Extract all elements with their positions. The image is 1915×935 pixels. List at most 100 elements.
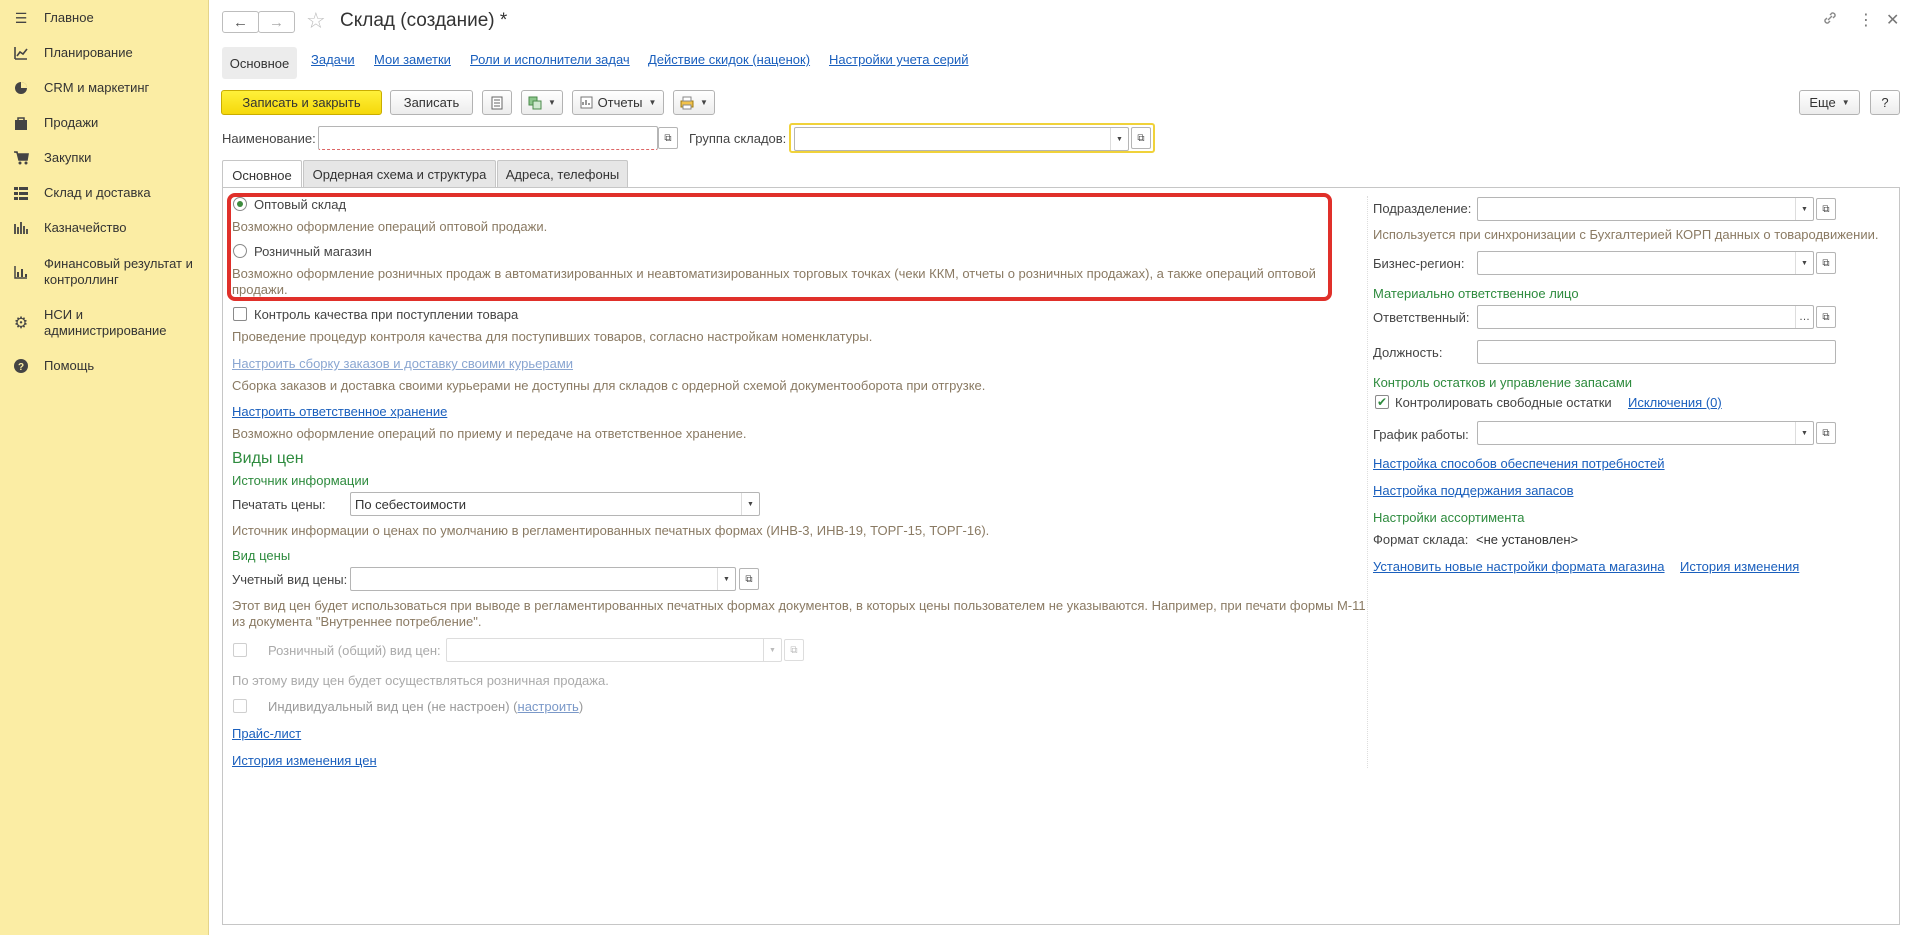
region-input[interactable]: ▼ <box>1477 251 1814 275</box>
store-format-value: <не установлен> <box>1476 532 1579 547</box>
open-group-button[interactable]: ⧉ <box>1131 127 1151 149</box>
sidebar-item-label: Казначейство <box>44 220 127 235</box>
print-prices-select[interactable]: По себестоимости ▼ <box>350 492 760 516</box>
subtab-main[interactable]: Основное <box>222 160 302 189</box>
chevron-down-icon[interactable]: ▼ <box>1795 422 1813 444</box>
document-button[interactable] <box>482 90 512 115</box>
retail-price-description: По этому виду цен будет осуществляться р… <box>232 673 609 688</box>
open-responsible-button[interactable]: ⧉ <box>1816 306 1836 328</box>
individual-price-configure-link[interactable]: настроить <box>518 699 579 714</box>
sidebar-item-warehouse[interactable]: Склад и доставка <box>0 185 209 203</box>
stock-control-heading: Контроль остатков и управление запасами <box>1373 375 1633 390</box>
sidebar-item-label: CRM и маркетинг <box>44 80 150 95</box>
menu-icon: ☰ <box>14 9 28 26</box>
sidebar-item-sales[interactable]: Продажи <box>0 115 209 133</box>
subtab-order-scheme[interactable]: Ордерная схема и структура <box>303 160 496 188</box>
sidebar-item-planning[interactable]: Планирование <box>0 45 209 63</box>
tab-main[interactable]: Основное <box>222 47 297 79</box>
individual-price-checkbox[interactable] <box>233 699 247 713</box>
chevron-down-icon[interactable]: ▼ <box>1795 252 1813 274</box>
print-prices-label: Печатать цены: <box>232 497 326 512</box>
position-input[interactable] <box>1477 340 1836 364</box>
highlight-box <box>227 193 1332 301</box>
back-button[interactable]: ← <box>222 11 259 33</box>
open-window-icon: ⧉ <box>790 644 798 656</box>
treasury-icon <box>13 220 29 236</box>
quality-control-checkbox[interactable] <box>233 307 247 321</box>
sidebar-item-crm[interactable]: CRM и маркетинг <box>0 80 209 98</box>
open-account-price-button[interactable]: ⧉ <box>739 568 759 590</box>
save-button[interactable]: Записать <box>390 90 473 115</box>
name-input[interactable] <box>318 126 658 150</box>
price-history-link[interactable]: История изменения цен <box>232 753 377 768</box>
favorite-star-icon[interactable]: ☆ <box>306 8 326 34</box>
open-division-button[interactable]: ⧉ <box>1816 198 1836 220</box>
retail-price-input[interactable]: ▼ <box>446 638 782 662</box>
chevron-down-icon: ▼ <box>548 98 556 107</box>
sidebar-item-help[interactable]: ? Помощь <box>0 358 209 376</box>
schedule-input[interactable]: ▼ <box>1477 421 1814 445</box>
chevron-down-icon[interactable]: ▼ <box>763 639 781 661</box>
open-region-button[interactable]: ⧉ <box>1816 252 1836 274</box>
tab-tasks[interactable]: Задачи <box>311 52 355 67</box>
chevron-down-icon[interactable]: ▼ <box>717 568 735 590</box>
tab-roles[interactable]: Роли и исполнители задач <box>470 52 630 67</box>
grid-icon <box>13 185 29 201</box>
sidebar-item-label: Продажи <box>44 115 99 130</box>
save-and-close-button[interactable]: Записать и закрыть <box>221 90 382 115</box>
control-free-stock-label[interactable]: Контролировать свободные остатки <box>1395 395 1612 410</box>
sidebar-item-finance[interactable]: Финансовый результат и контроллинг <box>0 256 209 290</box>
courier-settings-link[interactable]: Настроить сборку заказов и доставку свои… <box>232 356 573 371</box>
control-free-stock-checkbox[interactable]: ✔ <box>1375 395 1389 409</box>
chevron-down-icon[interactable]: ▼ <box>1795 198 1813 220</box>
report-icon <box>580 96 593 109</box>
close-icon[interactable]: ✕ <box>1886 10 1899 30</box>
sidebar-item-treasury[interactable]: Казначейство <box>0 220 209 238</box>
price-type-heading: Вид цены <box>232 548 291 563</box>
open-schedule-button[interactable]: ⧉ <box>1816 422 1836 444</box>
chevron-down-icon[interactable]: ▼ <box>1110 128 1128 150</box>
sidebar-item-label: Помощь <box>44 358 95 373</box>
chevron-down-icon[interactable]: ▼ <box>741 493 759 515</box>
forward-button[interactable]: → <box>258 11 295 33</box>
reports-button[interactable]: Отчеты ▼ <box>572 90 664 115</box>
sidebar-item-main[interactable]: ☰ Главное <box>0 10 209 28</box>
print-prices-value: По себестоимости <box>355 497 466 512</box>
quality-control-label[interactable]: Контроль качества при поступлении товара <box>254 307 518 322</box>
subtab-addresses[interactable]: Адреса, телефоны <box>497 160 628 188</box>
price-list-link[interactable]: Прайс-лист <box>232 726 301 741</box>
more-button[interactable]: Еще ▼ <box>1799 90 1860 115</box>
division-input[interactable]: ▼ <box>1477 197 1814 221</box>
retail-price-checkbox[interactable] <box>233 643 247 657</box>
exceptions-link[interactable]: Исключения (0) <box>1628 395 1722 410</box>
ellipsis-icon[interactable]: … <box>1795 306 1813 328</box>
sidebar-item-purchases[interactable]: Закупки <box>0 150 209 168</box>
custody-settings-link[interactable]: Настроить ответственное хранение <box>232 404 447 419</box>
cart-icon <box>13 150 29 166</box>
stock-support-link[interactable]: Настройка поддержания запасов <box>1373 483 1573 498</box>
link-icon[interactable] <box>1822 10 1838 31</box>
account-price-label: Учетный вид цены: <box>232 572 348 587</box>
quality-control-description: Проведение процедур контроля качества дл… <box>232 329 873 344</box>
responsible-input[interactable]: … <box>1477 305 1814 329</box>
help-button[interactable]: ? <box>1870 90 1900 115</box>
print-button[interactable]: ▼ <box>673 90 715 115</box>
new-format-link[interactable]: Установить новые настройки формата магаз… <box>1373 559 1665 574</box>
tab-series[interactable]: Настройки учета серий <box>829 52 969 67</box>
tab-discounts[interactable]: Действие скидок (наценок) <box>648 52 810 67</box>
account-price-description-line2: из документа "Внутреннее потребление". <box>232 614 482 629</box>
arrow-right-icon: → <box>269 13 284 31</box>
format-history-link[interactable]: История изменения <box>1680 559 1799 574</box>
supply-settings-link[interactable]: Настройка способов обеспечения потребнос… <box>1373 456 1665 471</box>
group-input[interactable]: ▼ <box>794 127 1129 151</box>
svg-text:?: ? <box>18 362 24 373</box>
sidebar-item-label: Планирование <box>44 45 133 60</box>
sidebar-item-admin[interactable]: ⚙ НСИ и администрирование <box>0 307 209 341</box>
account-price-input[interactable]: ▼ <box>350 567 736 591</box>
division-label: Подразделение: <box>1373 201 1472 216</box>
open-retail-price-button[interactable]: ⧉ <box>784 639 804 661</box>
create-based-on-button[interactable]: ▼ <box>521 90 563 115</box>
tab-notes[interactable]: Мои заметки <box>374 52 451 67</box>
more-vertical-icon[interactable]: ⋮ <box>1858 10 1874 30</box>
open-name-button[interactable]: ⧉ <box>658 127 678 149</box>
